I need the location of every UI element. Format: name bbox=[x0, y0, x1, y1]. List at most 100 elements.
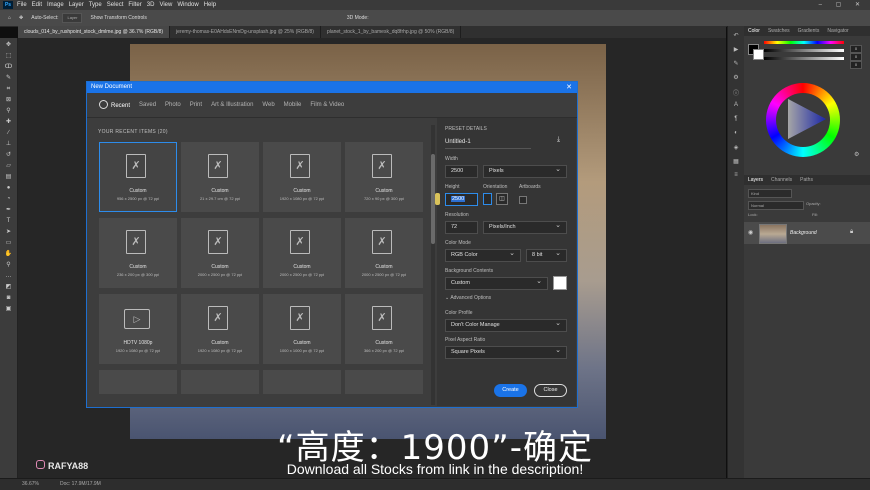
background-contents-dropdown[interactable]: Custom bbox=[445, 276, 548, 290]
zoom-level[interactable]: 36.67% bbox=[22, 481, 39, 487]
recent-item[interactable]: ✗ Custom 2000 x 2500 px @ 72 ppi bbox=[345, 218, 423, 288]
gradient-icon[interactable]: ▤ bbox=[4, 174, 13, 181]
zoom-icon[interactable]: ⚲ bbox=[4, 262, 13, 269]
pixel-aspect-dropdown[interactable]: Square Pixels bbox=[445, 345, 567, 359]
window-controls[interactable]: – ▢ ✕ bbox=[819, 1, 866, 8]
screen-mode-icon[interactable]: ▣ bbox=[4, 306, 13, 313]
home-icon[interactable]: ⌂ bbox=[8, 15, 11, 21]
recent-item-partial[interactable] bbox=[345, 370, 423, 394]
menu-file[interactable]: File bbox=[17, 2, 27, 8]
history-brush-icon[interactable]: ↺ bbox=[4, 152, 13, 159]
tab-paths[interactable]: Paths bbox=[796, 177, 817, 183]
menu-image[interactable]: Image bbox=[47, 2, 64, 8]
tab-swatches[interactable]: Swatches bbox=[764, 28, 794, 34]
recent-item-partial[interactable] bbox=[99, 370, 177, 394]
tab-mobile[interactable]: Mobile bbox=[284, 102, 302, 108]
tab-layers[interactable]: Layers bbox=[744, 177, 767, 183]
libraries-icon[interactable]: ▦ bbox=[732, 158, 740, 166]
slider-value-2[interactable]: 0 bbox=[850, 53, 862, 61]
artboards-checkbox[interactable] bbox=[519, 196, 527, 204]
color-swatches-icon[interactable]: ◩ bbox=[4, 284, 13, 291]
recent-item[interactable]: ✗ Custom 1000 x 1000 px @ 72 ppi bbox=[263, 294, 341, 364]
width-input[interactable]: 2500 bbox=[445, 165, 478, 178]
menu-window[interactable]: Window bbox=[177, 2, 198, 8]
tab-web[interactable]: Web bbox=[262, 102, 274, 108]
recent-item[interactable]: ✗ Custom 2000 x 2500 px @ 72 ppi bbox=[181, 218, 259, 288]
tab-gradients[interactable]: Gradients bbox=[794, 28, 824, 34]
save-preset-icon[interactable]: ⤓ bbox=[557, 136, 560, 144]
show-transform-checkbox[interactable]: Show Transform Controls bbox=[90, 15, 146, 21]
color-slider-3[interactable] bbox=[764, 57, 844, 60]
document-name[interactable]: Untitled-1 bbox=[445, 139, 471, 145]
eraser-icon[interactable]: ▱ bbox=[4, 163, 13, 170]
color-slider-2[interactable] bbox=[764, 49, 844, 52]
blur-icon[interactable]: ● bbox=[4, 185, 13, 192]
brush-settings-icon[interactable]: ✎ bbox=[732, 60, 740, 68]
recent-item[interactable]: ✗ Custom 2000 x 2500 px @ 72 ppi bbox=[263, 218, 341, 288]
paragraph-icon[interactable]: ¶ bbox=[732, 116, 740, 124]
tab-navigator[interactable]: Navigator bbox=[823, 28, 852, 34]
background-color-swatch-button[interactable] bbox=[553, 276, 567, 290]
slider-value-3[interactable]: 0 bbox=[850, 61, 862, 69]
doc-tab-clouds[interactable]: clouds_014_by_rushpoint_stock_dmlme.jpg … bbox=[18, 26, 171, 38]
menu-filter[interactable]: Filter bbox=[128, 2, 141, 8]
tab-photo[interactable]: Photo bbox=[165, 102, 181, 108]
tab-art-illustration[interactable]: Art & Illustration bbox=[211, 102, 253, 108]
layer-filter-kind[interactable]: Kind bbox=[748, 189, 792, 198]
tab-film-video[interactable]: Film & Video bbox=[310, 102, 344, 108]
visibility-eye-icon[interactable]: ◉ bbox=[748, 229, 753, 236]
recent-item[interactable]: ▷ HDTV 1080p 1920 x 1080 px @ 72 ppi bbox=[99, 294, 177, 364]
landscape-orientation-button[interactable]: ◫ bbox=[496, 193, 508, 205]
healing-icon[interactable]: ✚ bbox=[4, 119, 13, 126]
menu-type[interactable]: Type bbox=[89, 2, 102, 8]
layer-name[interactable]: Background bbox=[790, 230, 817, 236]
menu-layer[interactable]: Layer bbox=[69, 2, 84, 8]
width-unit-dropdown[interactable]: Pixels bbox=[483, 164, 567, 178]
path-select-icon[interactable]: ➤ bbox=[4, 229, 13, 236]
tab-print[interactable]: Print bbox=[190, 102, 202, 108]
menu-3d[interactable]: 3D bbox=[147, 2, 155, 8]
height-input[interactable]: 2500 bbox=[445, 193, 478, 206]
history-icon[interactable]: ↶ bbox=[732, 32, 740, 40]
shape-icon[interactable]: ▭ bbox=[4, 240, 13, 247]
hand-icon[interactable]: ✋ bbox=[4, 251, 13, 258]
color-profile-dropdown[interactable]: Don't Color Manage bbox=[445, 318, 567, 332]
layer-row-background[interactable]: ◉ Background 🔒︎ bbox=[744, 222, 870, 244]
resolution-input[interactable]: 72 bbox=[445, 221, 478, 234]
play-icon[interactable]: ▶ bbox=[732, 46, 740, 54]
auto-select-dropdown[interactable]: Layer bbox=[62, 13, 83, 23]
slider-value-1[interactable]: 0 bbox=[850, 45, 862, 53]
recent-item[interactable]: ✗ Custom 1920 x 1080 px @ 72 ppi bbox=[263, 142, 341, 212]
color-slider-1[interactable] bbox=[764, 41, 844, 44]
background-color-swatch[interactable] bbox=[753, 49, 764, 60]
recent-item-partial[interactable] bbox=[263, 370, 341, 394]
wheel-options-icon[interactable]: ⚙ bbox=[854, 151, 859, 158]
recent-item[interactable]: ✗ Custom 21 x 29.7 cm @ 72 ppi bbox=[181, 142, 259, 212]
move-tool-icon[interactable]: ✥ bbox=[19, 15, 23, 21]
recent-item[interactable]: ✗ Custom 236 x 200 px @ 300 ppi bbox=[99, 218, 177, 288]
stamp-icon[interactable]: ⊥ bbox=[4, 141, 13, 148]
menu-select[interactable]: Select bbox=[107, 2, 124, 8]
adjust-icon[interactable]: ⚙ bbox=[732, 74, 740, 82]
quick-select-icon[interactable]: ✎ bbox=[4, 75, 13, 82]
create-button[interactable]: Create bbox=[494, 384, 527, 397]
recent-item[interactable]: ✗ Custom 366 x 200 px @ 72 ppi bbox=[345, 294, 423, 364]
quick-mask-icon[interactable]: ◙ bbox=[4, 295, 13, 302]
dodge-icon[interactable]: ◔ bbox=[4, 196, 13, 203]
blend-mode-dropdown[interactable]: Normal bbox=[748, 201, 804, 210]
move-icon[interactable]: ✥ bbox=[4, 42, 13, 49]
tab-saved[interactable]: Saved bbox=[139, 102, 156, 108]
cube-icon[interactable]: ◈ bbox=[732, 144, 740, 152]
doc-tab-planet[interactable]: planet_stock_1_by_bamesk_dq8frhp.jpg @ 5… bbox=[321, 26, 462, 38]
close-button[interactable]: Close bbox=[534, 384, 567, 397]
crop-icon[interactable]: ⌗ bbox=[4, 86, 13, 93]
eyedropper-icon[interactable]: ⚲ bbox=[4, 108, 13, 115]
recent-item-partial[interactable] bbox=[181, 370, 259, 394]
advanced-options-toggle[interactable]: ⌄ Advanced Options bbox=[445, 295, 491, 301]
color-triangle[interactable] bbox=[780, 97, 830, 143]
frame-icon[interactable]: ⊠ bbox=[4, 97, 13, 104]
type-icon[interactable]: T bbox=[4, 218, 13, 225]
char-icon[interactable]: A bbox=[732, 102, 740, 110]
close-icon[interactable]: ✕ bbox=[566, 82, 572, 93]
menu-edit[interactable]: Edit bbox=[32, 2, 42, 8]
